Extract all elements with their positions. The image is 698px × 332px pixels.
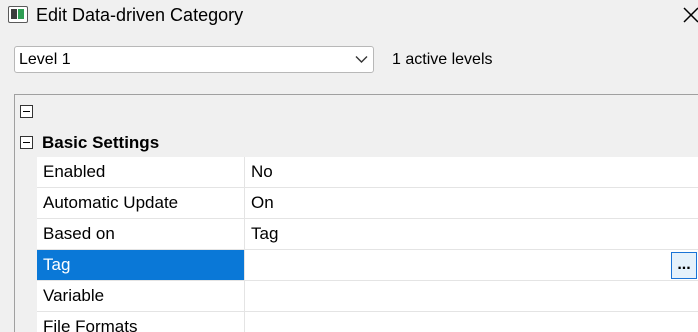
level-dropdown[interactable]: Level 1 <box>14 46 374 73</box>
property-value[interactable] <box>245 312 698 332</box>
property-value[interactable] <box>245 281 698 311</box>
property-row-based-on[interactable]: Based on Tag <box>37 219 698 250</box>
property-name: File Formats <box>37 312 245 332</box>
category-basic-settings: Basic Settings <box>15 127 698 157</box>
close-icon[interactable] <box>680 4 698 26</box>
property-row-tag[interactable]: Tag ... <box>37 250 698 281</box>
collapse-all-toggle-icon[interactable] <box>20 105 33 118</box>
property-name: Based on <box>37 219 245 249</box>
window-title: Edit Data-driven Category <box>36 5 244 25</box>
browse-button[interactable]: ... <box>671 252 697 279</box>
category-collapse-icon[interactable] <box>20 136 33 149</box>
app-window-icon <box>8 6 28 23</box>
property-row-variable[interactable]: Variable <box>37 281 698 312</box>
property-value[interactable]: Tag <box>245 219 698 249</box>
title-bar: Edit Data-driven Category <box>0 0 698 30</box>
chevron-down-icon <box>355 56 368 63</box>
property-grid: Basic Settings Enabled No Automatic Upda… <box>14 94 698 332</box>
property-value[interactable] <box>245 250 698 280</box>
property-value[interactable]: No <box>245 157 698 187</box>
property-row-file-formats[interactable]: File Formats <box>37 312 698 332</box>
property-value[interactable]: On <box>245 188 698 218</box>
property-name: Enabled <box>37 157 245 187</box>
property-name: Variable <box>37 281 245 311</box>
property-row-automatic-update[interactable]: Automatic Update On <box>37 188 698 219</box>
category-label: Basic Settings <box>42 133 160 152</box>
active-levels-label: 1 active levels <box>392 51 493 68</box>
property-row-enabled[interactable]: Enabled No <box>37 157 698 188</box>
level-dropdown-value: Level 1 <box>19 51 71 68</box>
property-name: Automatic Update <box>37 188 245 218</box>
property-name: Tag <box>37 250 245 280</box>
